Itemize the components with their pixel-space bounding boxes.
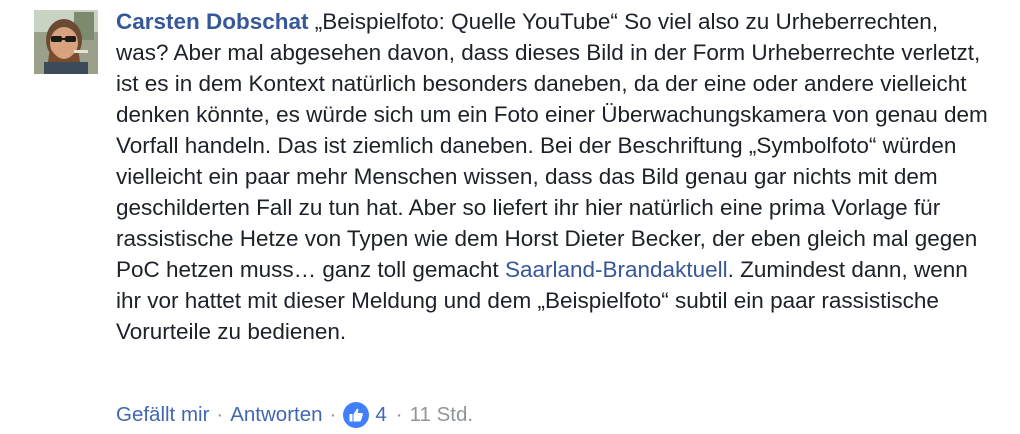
timestamp[interactable]: 11 Std. bbox=[410, 402, 473, 428]
profile-photo-icon bbox=[34, 10, 98, 74]
thumbs-up-icon[interactable] bbox=[343, 402, 370, 428]
comment-text-part-1: „Beispielfoto: Quelle YouTube“ So viel a… bbox=[116, 9, 988, 282]
reply-link[interactable]: Antworten bbox=[230, 402, 322, 428]
reaction-count[interactable]: 4 bbox=[375, 402, 386, 428]
like-link[interactable]: Gefällt mir bbox=[116, 402, 209, 428]
comment-actions: Gefällt mir · Antworten · 4 · 11 Std. bbox=[116, 402, 473, 428]
separator: · bbox=[216, 403, 224, 426]
comment-body: Carsten Dobschat „Beispielfoto: Quelle Y… bbox=[116, 6, 996, 347]
separator: · bbox=[329, 403, 337, 426]
tagged-page-link[interactable]: Saarland-Brandaktuell bbox=[505, 257, 728, 282]
comment-author-link[interactable]: Carsten Dobschat bbox=[116, 9, 309, 34]
avatar[interactable] bbox=[34, 10, 98, 74]
separator: · bbox=[395, 403, 403, 426]
